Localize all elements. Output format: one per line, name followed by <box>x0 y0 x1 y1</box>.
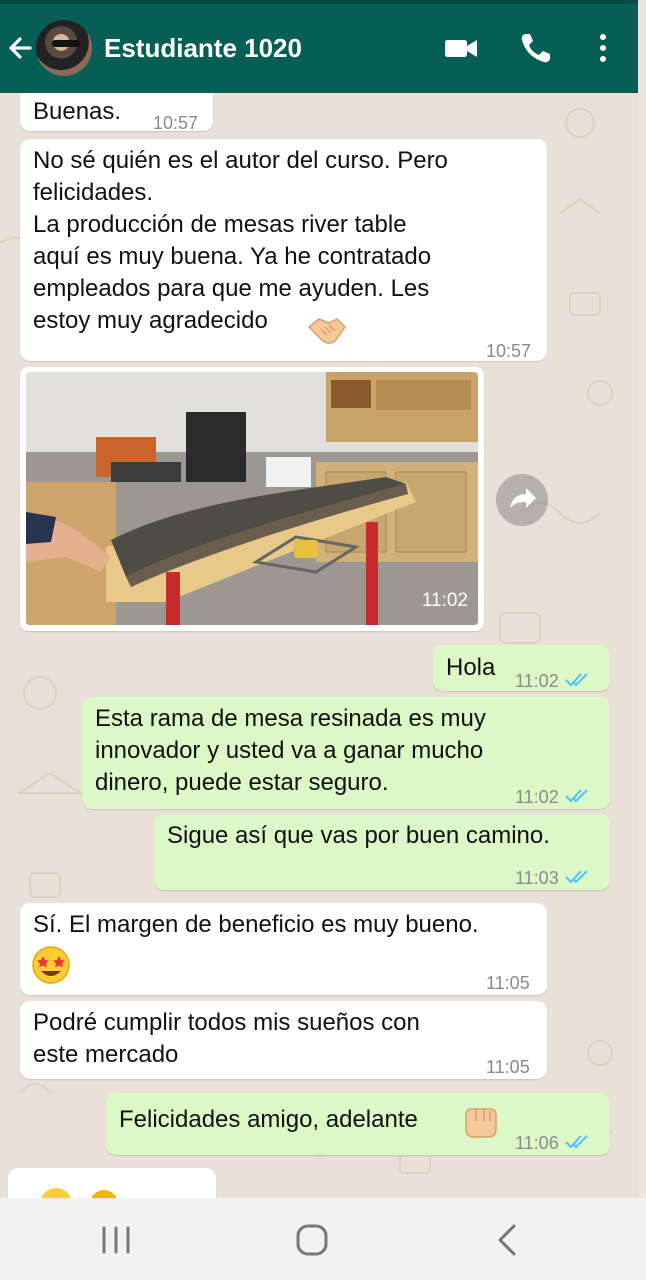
forward-share-icon[interactable] <box>496 474 548 526</box>
message-text: Sigue así que vas por buen camino. <box>167 822 550 849</box>
message-time: 11:05 <box>486 973 530 993</box>
chat-header: Estudiante 1020 <box>0 0 638 93</box>
emoji-partial-icon <box>34 1182 124 1198</box>
message-time: 11:02 <box>515 665 591 698</box>
read-ticks-icon <box>565 666 591 698</box>
workshop-photo[interactable]: 11:02 <box>26 372 478 625</box>
fist-bump-emoji <box>462 1105 502 1150</box>
voice-call-icon[interactable] <box>518 30 554 66</box>
outgoing-message[interactable]: Esta rama de mesa resinada es muy innova… <box>82 697 610 809</box>
video-call-icon[interactable] <box>443 30 479 66</box>
message-text: Buenas. <box>33 98 122 125</box>
incoming-image-message[interactable]: 11:02 <box>20 367 484 631</box>
message-time: 11:03 <box>515 862 591 895</box>
recent-apps-icon[interactable] <box>96 1224 136 1256</box>
contact-name[interactable]: Estudiante 1020 <box>104 33 302 64</box>
message-time: 10:57 <box>486 341 532 361</box>
message-time: 10:57 <box>153 113 199 133</box>
message-text: Esta rama de mesa resinada es muy innova… <box>95 705 486 796</box>
message-time: 11:05 <box>486 1057 530 1077</box>
incoming-message[interactable]: No sé quién es el autor del curso. Pero … <box>20 139 547 361</box>
outgoing-message[interactable]: Sigue así que vas por buen camino. 11:03 <box>154 814 610 890</box>
incoming-message-partial[interactable] <box>8 1168 216 1198</box>
incoming-message[interactable]: Sí. El margen de beneficio es muy bueno.… <box>20 903 547 995</box>
home-icon[interactable] <box>293 1222 331 1258</box>
message-text: No sé quién es el autor del curso. Pero … <box>33 147 448 334</box>
back-arrow-icon[interactable] <box>6 30 34 66</box>
status-bar-strip <box>0 0 638 4</box>
back-nav-icon[interactable] <box>492 1222 524 1258</box>
incoming-message[interactable]: Podré cumplir todos mis sueños con este … <box>20 1001 547 1079</box>
message-text: Podré cumplir todos mis sueños con este … <box>33 1009 420 1068</box>
message-text: Hola <box>446 654 496 681</box>
message-time: 11:06 <box>515 1127 591 1160</box>
message-time: 11:02 <box>515 781 591 814</box>
message-text: Felicidades amigo, adelante <box>119 1106 418 1133</box>
outgoing-message[interactable]: Hola 11:02 <box>433 645 610 691</box>
read-ticks-icon <box>565 1128 591 1160</box>
handshake-emoji <box>307 313 347 356</box>
message-text: Sí. El margen de beneficio es muy bueno. <box>33 911 479 938</box>
outgoing-message[interactable]: Felicidades amigo, adelante 11:06 <box>106 1093 610 1155</box>
chat-area[interactable]: Buenas. 10:57 No sé quién es el autor de… <box>0 93 638 1198</box>
system-navigation-bar <box>0 1198 646 1280</box>
more-options-icon[interactable] <box>586 30 622 66</box>
avatar[interactable] <box>36 20 92 76</box>
incoming-message[interactable]: Buenas. 10:57 <box>20 93 213 133</box>
star-struck-emoji <box>31 945 71 994</box>
scrollbar[interactable] <box>638 0 646 1198</box>
read-ticks-icon <box>565 863 591 895</box>
message-time: 11:02 <box>421 590 468 611</box>
read-ticks-icon <box>565 782 591 814</box>
